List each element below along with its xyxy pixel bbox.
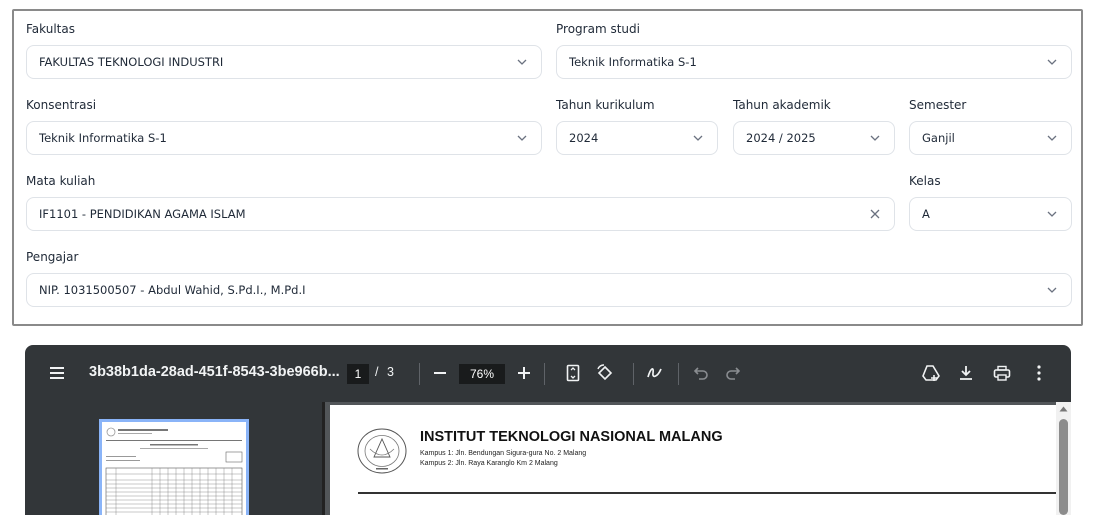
pdf-viewer: 3b38b1da-28ad-451f-8543-3be966b... 1 / 3… [25,345,1071,515]
scrollbar-thumb[interactable] [1059,419,1068,515]
campus-2-address: Kampus 2: Jln. Raya Karanglo Km 2 Malang [420,460,558,467]
download-icon[interactable] [956,363,976,383]
page-thumbnail[interactable] [99,419,249,515]
fakultas-value: FAKULTAS TEKNOLOGI INDUSTRI [39,55,224,69]
institution-logo [357,428,407,474]
print-icon[interactable] [992,363,1012,383]
kelas-select[interactable]: A [909,197,1072,231]
document-title: 3b38b1da-28ad-451f-8543-3be966b... [89,364,340,380]
chevron-down-icon [517,59,527,65]
fakultas-select[interactable]: FAKULTAS TEKNOLOGI INDUSTRI [26,45,542,79]
tahun-kurikulum-value: 2024 [569,131,599,145]
document-area[interactable]: INSTITUT TEKNOLOGI NASIONAL MALANG Kampu… [325,402,1071,515]
institution-name: INSTITUT TEKNOLOGI NASIONAL MALANG [420,429,723,445]
toolbar-divider [633,363,634,385]
toolbar-divider [678,363,679,385]
pengajar-select[interactable]: NIP. 1031500507 - Abdul Wahid, S.Pd.I., … [26,273,1072,307]
page-number-input[interactable]: 1 [347,364,369,384]
thumbnail-sidebar [25,402,325,515]
chevron-down-icon [517,135,527,141]
chevron-down-icon [693,135,703,141]
mata-kuliah-label: Mata kuliah [26,174,96,188]
tahun-akademik-value: 2024 / 2025 [746,131,816,145]
semester-select[interactable]: Ganjil [909,121,1072,155]
pengajar-label: Pengajar [26,250,79,264]
tahun-akademik-select[interactable]: 2024 / 2025 [733,121,895,155]
total-pages: 3 [387,365,394,379]
chevron-down-icon [1047,135,1057,141]
scroll-up-icon[interactable] [1059,406,1068,412]
tahun-akademik-label: Tahun akademik [733,98,831,112]
program-studi-select[interactable]: Teknik Informatika S-1 [556,45,1072,79]
clear-icon[interactable] [868,207,882,221]
header-rule [358,492,1056,494]
redo-icon[interactable] [723,363,743,383]
konsentrasi-label: Konsentrasi [26,98,97,112]
scrollbar[interactable] [1056,402,1071,515]
fit-page-icon[interactable] [563,363,583,383]
menu-icon[interactable] [47,363,67,383]
document-page: INSTITUT TEKNOLOGI NASIONAL MALANG Kampu… [330,405,1056,515]
toolbar-divider [419,363,420,385]
chevron-down-icon [1047,211,1057,217]
annotate-icon[interactable] [645,363,665,383]
drive-icon[interactable] [921,363,941,383]
chevron-down-icon [870,135,880,141]
semester-label: Semester [909,98,967,112]
zoom-in-icon[interactable] [514,363,534,383]
mata-kuliah-select[interactable]: IF1101 - PENDIDIKAN AGAMA ISLAM [26,197,895,231]
filter-form: Fakultas FAKULTAS TEKNOLOGI INDUSTRI Pro… [12,9,1083,326]
rotate-icon[interactable] [595,363,615,383]
thumbnail-preview [105,427,243,515]
tahun-kurikulum-label: Tahun kurikulum [556,98,655,112]
program-studi-label: Program studi [556,22,640,36]
kelas-label: Kelas [909,174,941,188]
mata-kuliah-value: IF1101 - PENDIDIKAN AGAMA ISLAM [39,207,246,221]
campus-1-address: Kampus 1: Jln. Bendungan Sigura-gura No.… [420,450,587,457]
kelas-value: A [922,207,930,221]
chevron-down-icon [1047,287,1057,293]
konsentrasi-select[interactable]: Teknik Informatika S-1 [26,121,542,155]
chevron-down-icon [1047,59,1057,65]
zoom-level[interactable]: 76% [459,364,505,384]
pdf-toolbar: 3b38b1da-28ad-451f-8543-3be966b... 1 / 3… [25,345,1071,402]
fakultas-label: Fakultas [26,22,75,36]
more-icon[interactable] [1029,363,1049,383]
undo-icon[interactable] [691,363,711,383]
semester-value: Ganjil [922,131,955,145]
page-separator: / [375,365,379,379]
pengajar-value: NIP. 1031500507 - Abdul Wahid, S.Pd.I., … [39,283,306,297]
toolbar-divider [544,363,545,385]
zoom-out-icon[interactable] [430,363,450,383]
konsentrasi-value: Teknik Informatika S-1 [39,131,167,145]
tahun-kurikulum-select[interactable]: 2024 [556,121,718,155]
program-studi-value: Teknik Informatika S-1 [569,55,697,69]
